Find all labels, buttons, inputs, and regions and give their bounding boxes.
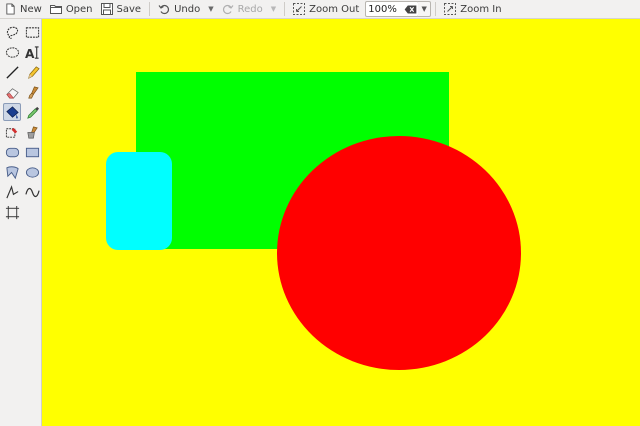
paint-bucket-tool[interactable] [3, 103, 21, 121]
paintbrush-tool[interactable] [23, 83, 41, 101]
ellipse-select-icon [5, 46, 19, 58]
clone-stamp-tool[interactable] [3, 123, 21, 141]
pencil-tool[interactable] [23, 63, 41, 81]
tools-palette: A [0, 19, 42, 426]
clone-stamp-icon [5, 127, 17, 138]
zoom-out-icon [293, 3, 306, 15]
zoom-out-label: Zoom Out [309, 3, 360, 15]
red-ellipse [277, 136, 521, 370]
freeform-shape-tool[interactable] [3, 163, 21, 181]
line-icon [5, 65, 19, 79]
crop-tool[interactable] [3, 203, 21, 221]
tool-grid: A [3, 23, 42, 223]
clear-backspace-icon[interactable] [402, 3, 418, 15]
eyedropper-icon [26, 106, 39, 119]
new-document-icon [4, 3, 16, 15]
lasso-select-tool[interactable] [3, 23, 21, 41]
rounded-rectangle-icon [5, 147, 19, 157]
undo-history-dropdown[interactable]: ▼ [204, 5, 217, 13]
rectangle-select-tool[interactable] [23, 23, 41, 41]
undo-label: Undo [174, 3, 201, 15]
undo-arrow-icon [158, 3, 170, 15]
ellipse-select-tool[interactable] [3, 43, 21, 61]
save-floppy-icon [100, 3, 113, 15]
color-picker-tool[interactable] [23, 103, 41, 121]
save-button[interactable]: Save [97, 0, 146, 19]
text-tool[interactable]: A [23, 43, 41, 61]
save-label: Save [116, 3, 142, 15]
redo-arrow-icon [222, 3, 234, 15]
zoom-in-button[interactable]: Zoom In [440, 0, 505, 19]
zoom-in-label: Zoom In [460, 3, 502, 15]
cyan-rounded-rectangle [106, 152, 172, 250]
drawing-canvas[interactable] [42, 19, 640, 426]
main-toolbar: New Open Save Undo ▼ Redo ▼ Zoom Out 100… [0, 0, 640, 19]
paintbrush-icon [27, 85, 39, 98]
toolbar-separator [284, 2, 286, 16]
open-label: Open [65, 3, 93, 15]
toolbar-separator [435, 2, 437, 16]
recolor-icon [26, 125, 38, 138]
crop-icon [5, 205, 19, 219]
ellipse-icon [25, 166, 39, 178]
zoom-in-icon [444, 3, 457, 15]
recolor-tool[interactable] [23, 123, 41, 141]
lasso-icon [6, 26, 18, 39]
svg-text:A: A [25, 47, 35, 60]
bezier-curve-icon [24, 187, 40, 197]
line-tool[interactable] [3, 63, 21, 81]
text-icon: A [25, 45, 39, 60]
freeform-shape-icon [5, 165, 19, 179]
redo-button[interactable]: Redo [218, 0, 267, 19]
pencil-icon [27, 65, 40, 79]
open-button[interactable]: Open [46, 0, 97, 19]
curve-tool[interactable] [23, 183, 41, 201]
rectangle-icon [25, 147, 39, 157]
new-button[interactable]: New [0, 0, 46, 19]
rectangle-tool[interactable] [23, 143, 41, 161]
toolbar-separator [149, 2, 151, 16]
open-folder-icon [49, 3, 62, 15]
rounded-rectangle-tool[interactable] [3, 143, 21, 161]
zoom-level-input[interactable] [366, 3, 403, 15]
new-label: New [20, 3, 42, 15]
undo-button[interactable]: Undo [154, 0, 204, 19]
zoom-out-button[interactable]: Zoom Out [289, 0, 363, 19]
zoom-combobox [365, 1, 420, 17]
zoom-dropdown-arrow[interactable]: ▼ [418, 1, 432, 17]
ellipse-tool[interactable] [23, 163, 41, 181]
rectangle-select-icon [25, 26, 39, 38]
redo-label: Redo [237, 3, 263, 15]
paint-bucket-icon [5, 105, 19, 119]
eraser-tool[interactable] [3, 83, 21, 101]
polygon-tool[interactable] [3, 183, 21, 201]
paint-app: New Open Save Undo ▼ Redo ▼ Zoom Out 100… [0, 0, 640, 426]
eraser-icon [5, 87, 19, 98]
redo-history-dropdown[interactable]: ▼ [267, 5, 280, 13]
polygon-line-icon [5, 184, 18, 198]
